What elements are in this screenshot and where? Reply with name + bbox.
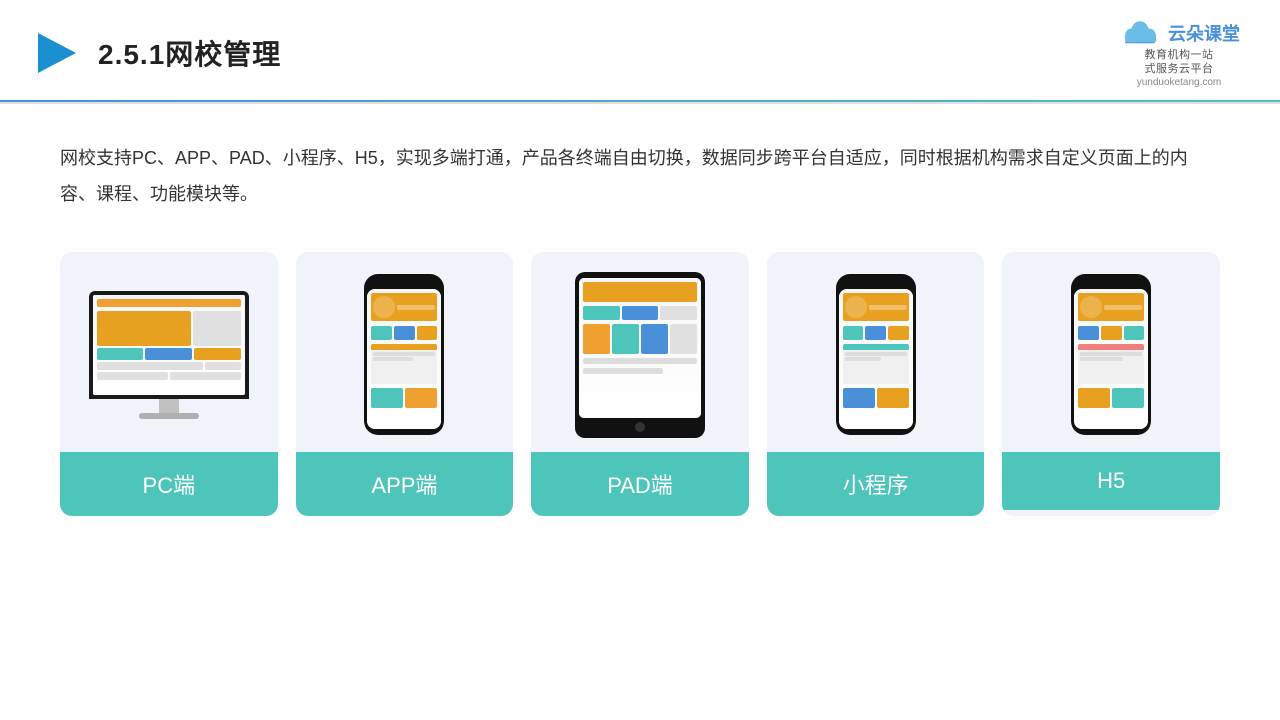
logo-tagline: 教育机构一站式服务云平台 [1145,48,1214,77]
card-pc-label: PC端 [60,452,278,516]
card-pc: PC端 [60,252,278,516]
pc-mockup [89,291,249,419]
phone-screen-h5 [1074,289,1148,429]
header-divider [0,100,1280,102]
card-miniprogram-label: 小程序 [767,452,985,516]
card-pc-image [60,252,278,452]
pc-stand [159,399,179,413]
phone-mockup-mini [836,274,916,435]
phone-notch-mini [861,280,891,287]
pc-screen-inner [93,295,245,395]
card-pad-label: PAD端 [531,452,749,516]
phone-screen-app [367,289,441,429]
phone-screen-mini [839,289,913,429]
page-title-text: 2.5.1网校管理 [98,39,281,70]
tablet-screen [579,278,701,418]
pc-base [139,413,199,419]
phone-mockup-app [364,274,444,435]
phone-notch-h5 [1096,280,1126,287]
card-h5-image [1002,252,1220,452]
header-left: 2.5.1网校管理 [30,27,281,79]
card-app-label: APP端 [296,452,514,516]
card-app-image [296,252,514,452]
card-h5: H5 [1002,252,1220,516]
tablet-home-button [635,422,645,432]
header: 2.5.1网校管理 云朵课堂 教育机 [0,0,1280,104]
phone-notch [389,280,419,287]
logo-name: 云朵课堂 [1168,20,1240,46]
card-h5-label: H5 [1002,452,1220,510]
logo-cloud: 云朵课堂 [1118,18,1240,48]
logo-url: yunduoketang.com [1137,77,1222,88]
play-icon [30,27,82,79]
page-title: 2.5.1网校管理 [98,33,281,73]
card-pad-image [531,252,749,452]
card-pad: PAD端 [531,252,749,516]
card-app: APP端 [296,252,514,516]
cards-row: PC端 [60,252,1220,516]
main-content: 网校支持PC、APP、PAD、小程序、H5，实现多端打通，产品各终端自由切换，数… [0,104,1280,546]
phone-mockup-h5 [1071,274,1151,435]
card-miniprogram: 小程序 [767,252,985,516]
card-miniprogram-image [767,252,985,452]
description-text: 网校支持PC、APP、PAD、小程序、H5，实现多端打通，产品各终端自由切换，数… [60,140,1220,212]
logo-area: 云朵课堂 教育机构一站式服务云平台 yunduoketang.com [1118,18,1240,88]
cloud-icon [1118,18,1162,48]
pc-screen-outer [89,291,249,399]
tablet-mockup [575,272,705,438]
